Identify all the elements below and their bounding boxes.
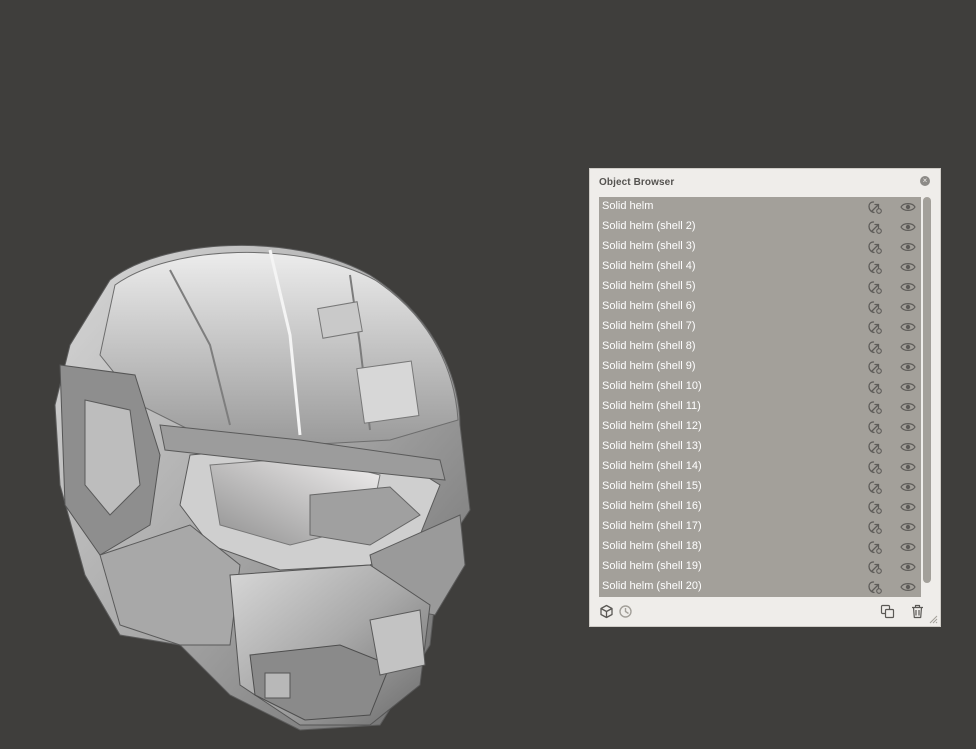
list-item[interactable]: Solid helm (shell 10) [599,377,921,397]
list-item[interactable]: Solid helm (shell 7) [599,317,921,337]
list-item-label: Solid helm (shell 8) [602,340,696,352]
list-item[interactable]: Solid helm (shell 18) [599,537,921,557]
eye-icon[interactable] [900,560,916,574]
list-item-label: Solid helm (shell 14) [602,460,702,472]
resize-grip-icon[interactable] [928,614,938,624]
list-item-label: Solid helm [602,200,654,212]
link-icon[interactable] [867,319,883,335]
list-item-label: Solid helm (shell 2) [602,220,696,232]
link-icon[interactable] [867,199,883,215]
eye-icon[interactable] [900,380,916,394]
eye-icon[interactable] [900,280,916,294]
object-list[interactable]: Solid helm Solid helm (shell 2) Solid helm… [599,197,921,597]
eye-icon[interactable] [900,520,916,534]
link-icon[interactable] [867,279,883,295]
link-icon[interactable] [867,419,883,435]
link-icon[interactable] [867,499,883,515]
duplicate-icon[interactable] [880,604,895,619]
eye-icon[interactable] [900,500,916,514]
eye-icon[interactable] [900,460,916,474]
link-icon[interactable] [867,379,883,395]
cube-icon[interactable] [599,604,614,619]
eye-icon[interactable] [900,580,916,594]
close-icon[interactable]: × [920,176,930,186]
list-item-label: Solid helm (shell 11) [602,400,701,412]
eye-icon[interactable] [900,260,916,274]
panel-header[interactable]: Object Browser × [590,169,940,195]
list-item[interactable]: Solid helm (shell 12) [599,417,921,437]
list-item-label: Solid helm (shell 4) [602,260,696,272]
link-icon[interactable] [867,479,883,495]
clock-icon[interactable] [618,604,633,619]
panel-title: Object Browser [599,177,675,188]
panel-footer [590,598,940,626]
link-icon[interactable] [867,359,883,375]
list-item[interactable]: Solid helm (shell 6) [599,297,921,317]
list-item-label: Solid helm (shell 20) [602,580,702,592]
list-item[interactable]: Solid helm (shell 14) [599,457,921,477]
list-item[interactable]: Solid helm [599,197,921,217]
list-item-label: Solid helm (shell 12) [602,420,702,432]
scrollbar[interactable] [923,197,931,597]
object-browser-panel: Object Browser × Solid helm Solid helm (s… [589,168,941,627]
helmet-model[interactable] [40,225,490,745]
list-item-label: Solid helm (shell 18) [602,540,702,552]
eye-icon[interactable] [900,240,916,254]
eye-icon[interactable] [900,320,916,334]
list-item[interactable]: Solid helm (shell 11) [599,397,921,417]
list-item-label: Solid helm (shell 16) [602,500,702,512]
eye-icon[interactable] [900,440,916,454]
list-item-label: Solid helm (shell 17) [602,520,702,532]
list-item[interactable]: Solid helm (shell 17) [599,517,921,537]
link-icon[interactable] [867,399,883,415]
scrollbar-thumb[interactable] [923,197,931,583]
list-item[interactable]: Solid helm (shell 15) [599,477,921,497]
link-icon[interactable] [867,259,883,275]
link-icon[interactable] [867,239,883,255]
link-icon[interactable] [867,219,883,235]
eye-icon[interactable] [900,300,916,314]
eye-icon[interactable] [900,360,916,374]
link-icon[interactable] [867,579,883,595]
list-item[interactable]: Solid helm (shell 5) [599,277,921,297]
link-icon[interactable] [867,519,883,535]
list-item[interactable]: Solid helm (shell 16) [599,497,921,517]
list-item-label: Solid helm (shell 13) [602,440,702,452]
eye-icon[interactable] [900,420,916,434]
eye-icon[interactable] [900,540,916,554]
link-icon[interactable] [867,559,883,575]
list-item-label: Solid helm (shell 19) [602,560,702,572]
list-item[interactable]: Solid helm (shell 3) [599,237,921,257]
list-item-label: Solid helm (shell 15) [602,480,702,492]
eye-icon[interactable] [900,340,916,354]
list-item[interactable]: Solid helm (shell 19) [599,557,921,577]
list-item-label: Solid helm (shell 7) [602,320,696,332]
link-icon[interactable] [867,539,883,555]
list-item-label: Solid helm (shell 9) [602,360,696,372]
list-item[interactable]: Solid helm (shell 13) [599,437,921,457]
eye-icon[interactable] [900,400,916,414]
eye-icon[interactable] [900,480,916,494]
link-icon[interactable] [867,339,883,355]
trash-icon[interactable] [910,604,925,619]
list-item[interactable]: Solid helm (shell 4) [599,257,921,277]
list-item-label: Solid helm (shell 3) [602,240,696,252]
link-icon[interactable] [867,439,883,455]
list-item[interactable]: Solid helm (shell 20) [599,577,921,597]
eye-icon[interactable] [900,220,916,234]
list-item[interactable]: Solid helm (shell 8) [599,337,921,357]
link-icon[interactable] [867,299,883,315]
list-item[interactable]: Solid helm (shell 2) [599,217,921,237]
eye-icon[interactable] [900,200,916,214]
list-item-label: Solid helm (shell 5) [602,280,696,292]
list-item[interactable]: Solid helm (shell 9) [599,357,921,377]
list-item-label: Solid helm (shell 6) [602,300,696,312]
list-item-label: Solid helm (shell 10) [602,380,702,392]
link-icon[interactable] [867,459,883,475]
